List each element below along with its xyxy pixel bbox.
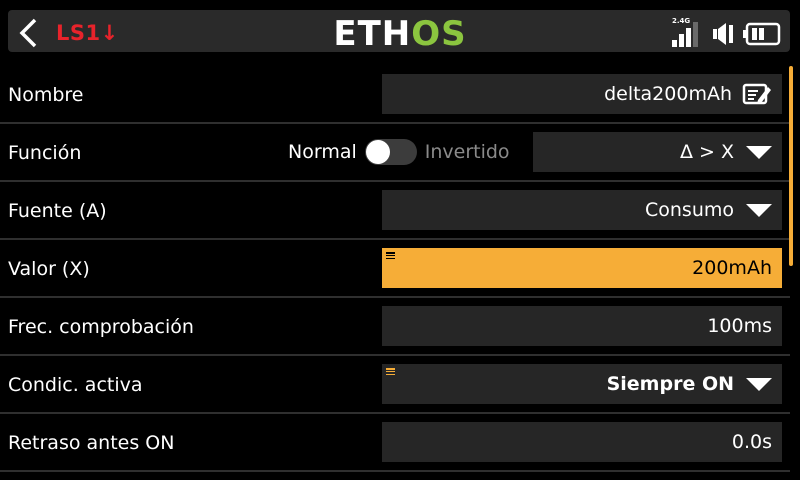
frec-label: Frec. comprobación <box>8 316 194 338</box>
row-frec: Frec. comprobación 100ms <box>0 298 790 356</box>
status-icons: 2.4G <box>672 17 782 47</box>
scrollbar[interactable] <box>789 66 793 266</box>
speaker-icon <box>713 23 733 45</box>
valor-field[interactable]: 200mAh <box>382 248 782 288</box>
nombre-label: Nombre <box>8 84 84 106</box>
fuente-value: Consumo <box>644 199 734 221</box>
fuente-dropdown[interactable]: Consumo <box>382 190 782 230</box>
menu-indicator-icon <box>386 368 395 376</box>
edit-icon[interactable] <box>742 81 772 107</box>
dropdown-arrow-icon <box>746 203 772 217</box>
toggle-knob <box>365 140 390 164</box>
funcion-dropdown[interactable]: Δ > X <box>533 132 782 172</box>
valor-label: Valor (X) <box>8 258 90 280</box>
frec-value: 100ms <box>707 315 772 337</box>
dropdown-arrow-icon <box>746 145 772 159</box>
battery-icon <box>743 22 781 46</box>
condic-dropdown[interactable]: Siempre ON <box>382 364 782 404</box>
header-bar: LS1↓ ETHOS 2.4G <box>0 0 800 60</box>
row-retraso: Retraso antes ON 0.0s <box>0 414 790 472</box>
row-condic: Condic. activa Siempre ON <box>0 356 790 414</box>
normal-option-label: Normal <box>288 141 357 163</box>
condic-value: Siempre ON <box>606 373 734 395</box>
frec-field[interactable]: 100ms <box>382 306 782 346</box>
nombre-field[interactable]: delta200mAh <box>382 74 782 114</box>
retraso-value: 0.0s <box>731 431 772 453</box>
row-funcion: Función Normal Invertido Δ > X <box>0 124 790 182</box>
row-fuente: Fuente (A) Consumo <box>0 182 790 240</box>
page-tag: LS1↓ <box>56 21 119 45</box>
settings-list: Nombre delta200mAh Función Normal Invert… <box>0 66 790 472</box>
signal-icon: 2.4G <box>672 17 706 47</box>
valor-value: 200mAh <box>692 257 772 279</box>
funcion-label: Función <box>8 142 82 164</box>
invert-toggle[interactable] <box>364 139 417 165</box>
signal-band-label: 2.4G <box>672 17 691 25</box>
menu-indicator-icon <box>386 252 395 260</box>
funcion-value: Δ > X <box>679 141 734 163</box>
back-icon <box>19 18 37 48</box>
retraso-label: Retraso antes ON <box>8 432 175 454</box>
function-toggle-group: Normal Invertido <box>288 132 510 172</box>
fuente-label: Fuente (A) <box>8 200 107 222</box>
invertido-option-label: Invertido <box>424 141 510 163</box>
nombre-value: delta200mAh <box>604 83 732 105</box>
retraso-field[interactable]: 0.0s <box>382 422 782 462</box>
back-button[interactable] <box>10 14 46 52</box>
condic-label: Condic. activa <box>8 374 143 396</box>
row-nombre: Nombre delta200mAh <box>0 66 790 124</box>
row-valor: Valor (X) 200mAh <box>0 240 790 298</box>
dropdown-arrow-icon <box>746 377 772 391</box>
